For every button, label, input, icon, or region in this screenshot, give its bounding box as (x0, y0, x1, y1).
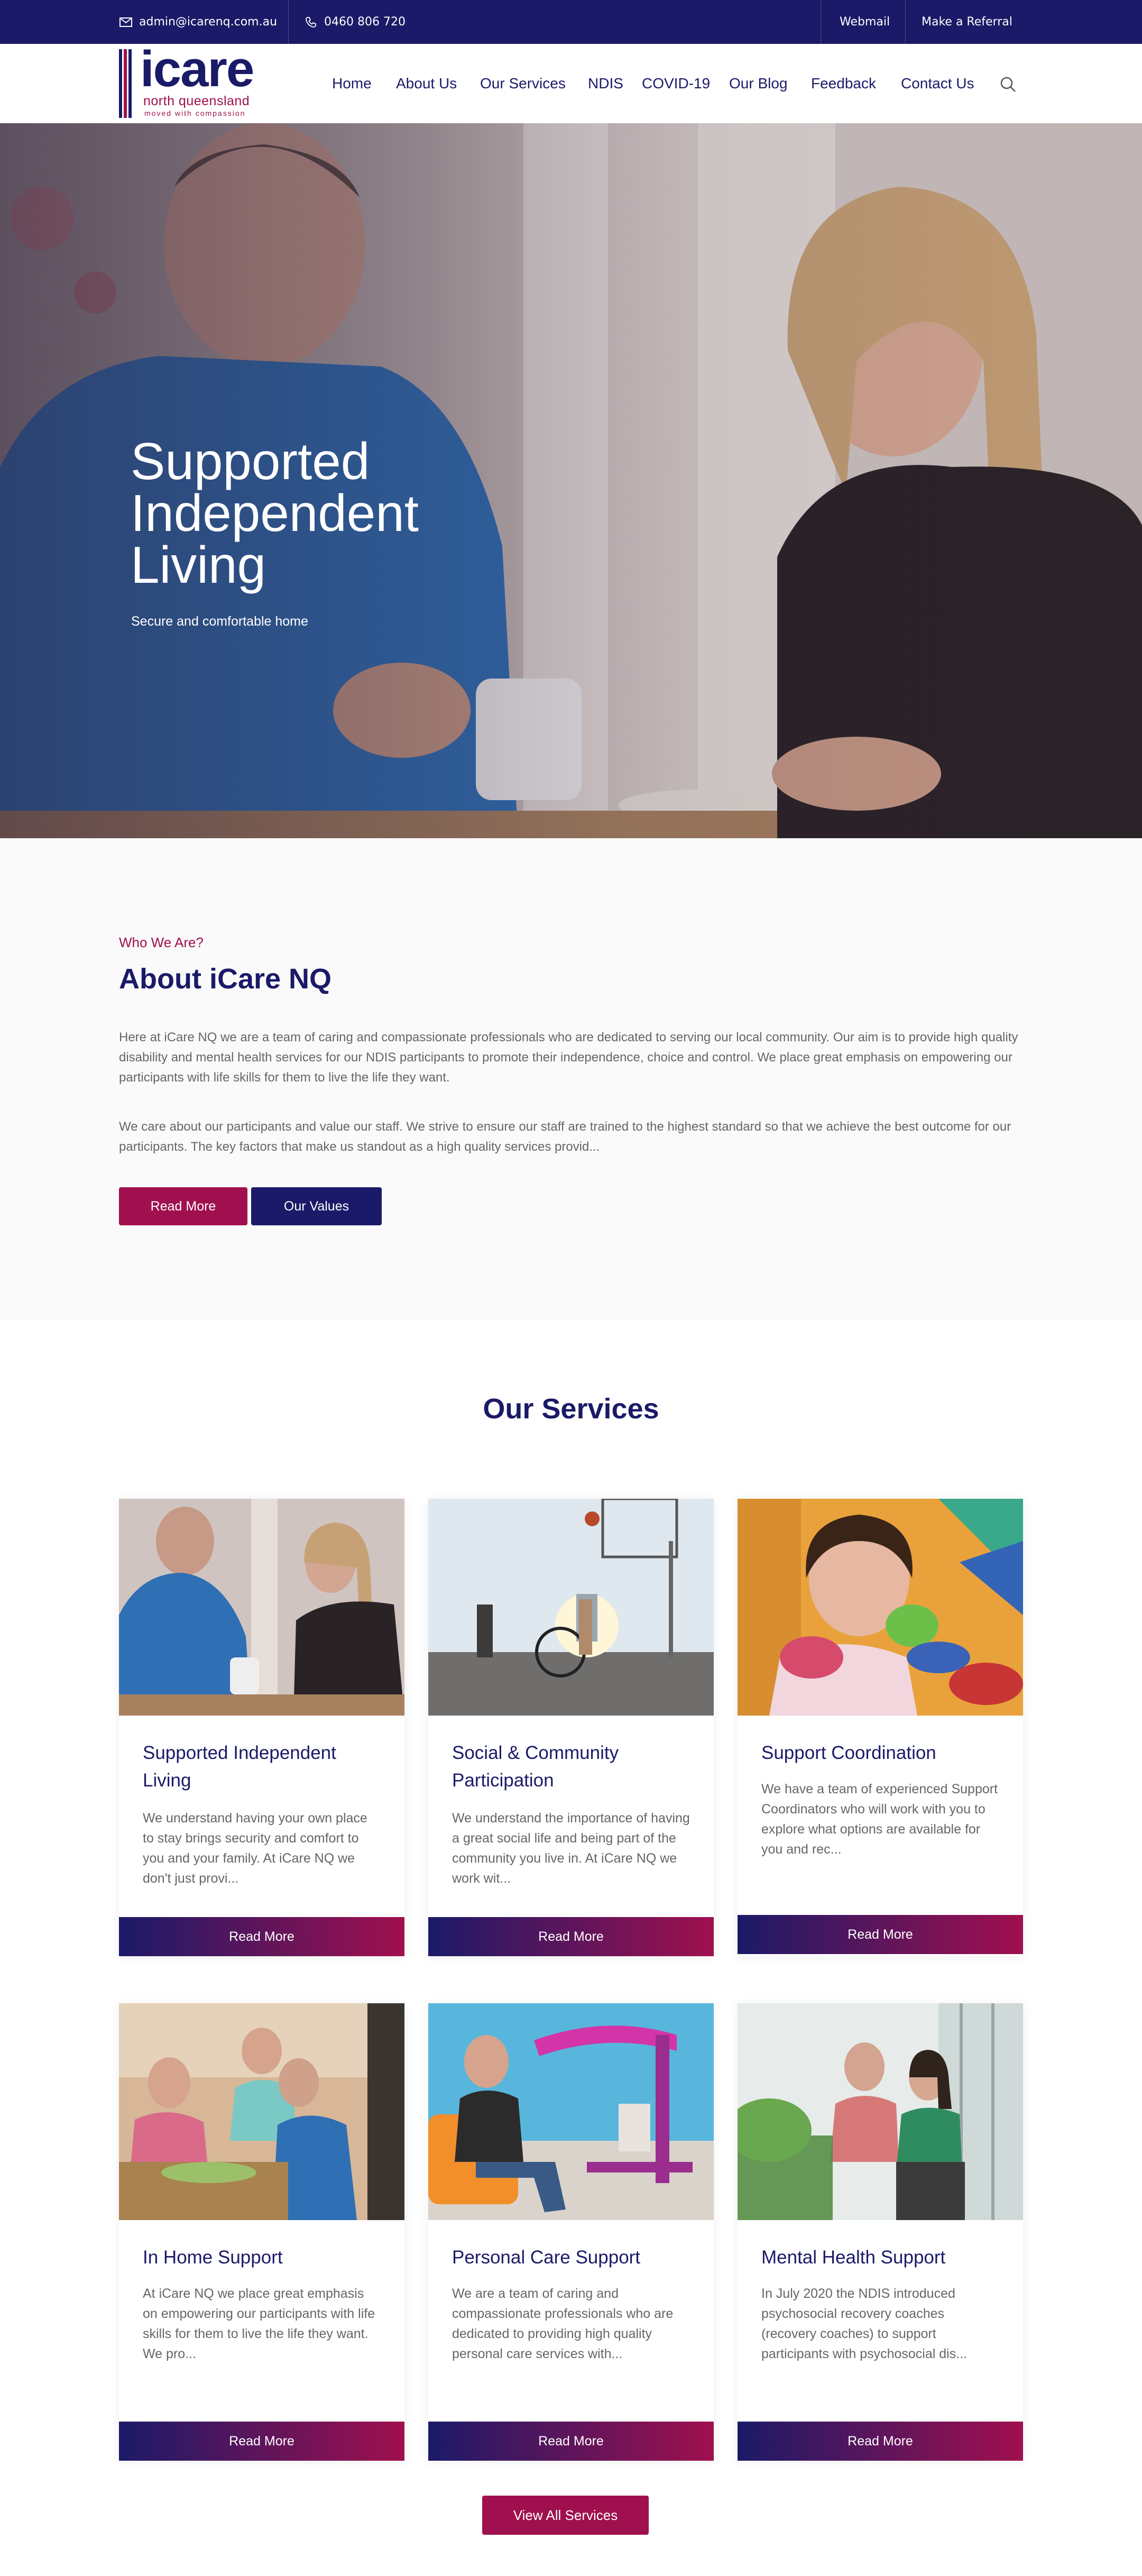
service-read-more-button[interactable]: Read More (119, 2422, 404, 2461)
nav-link[interactable]: Feedback (811, 75, 876, 92)
top-contact-bar: admin@icarenq.com.au 0460 806 720 Webmai… (0, 0, 1142, 44)
search-icon[interactable] (999, 76, 1017, 94)
service-read-more-button[interactable]: Read More (119, 1917, 404, 1956)
nav-item-home[interactable]: Home (332, 44, 372, 123)
envelope-icon (119, 15, 133, 29)
service-image[interactable] (738, 2003, 1023, 2220)
top-divider (288, 0, 289, 44)
about-paragraph: Here at iCare NQ we are a team of caring… (119, 1030, 1018, 1085)
logo-tagline: moved with compassion (144, 109, 246, 117)
nav-item-feedback[interactable]: Feedback (811, 44, 876, 123)
about-eyebrow: Who We Are? (119, 934, 204, 950)
about-read-more-button[interactable]: Read More (119, 1187, 247, 1225)
webmail-link[interactable]: Webmail (840, 0, 890, 44)
make-referral-link[interactable]: Make a Referral (922, 0, 1012, 44)
service-image[interactable] (428, 1499, 714, 1716)
hero-banner: Supported Independent Living Secure and … (0, 123, 1142, 838)
service-description: At iCare NQ we place great emphasis on e… (143, 2286, 375, 2361)
service-title[interactable]: Personal Care Support (452, 2244, 695, 2271)
service-description: We have a team of experienced Support Co… (761, 1782, 998, 1857)
nav-item-covid[interactable]: COVID-19 (642, 44, 710, 123)
nav-item-ndis[interactable]: NDIS (588, 44, 623, 123)
service-description: In July 2020 the NDIS introduced psychos… (761, 2286, 968, 2361)
service-read-more-button[interactable]: Read More (428, 1917, 714, 1956)
service-card: Supported Independent Living We understa… (119, 1499, 404, 1956)
about-section: Who We Are? About iCare NQ Here at iCare… (0, 838, 1142, 1319)
about-paragraph: We care about our participants and value… (119, 1120, 1011, 1154)
nav-link[interactable]: COVID-19 (642, 75, 710, 92)
service-image[interactable] (428, 2003, 714, 2220)
service-image[interactable] (119, 2003, 404, 2220)
service-card: Mental Health Support In July 2020 the N… (738, 2003, 1023, 2461)
service-title[interactable]: In Home Support (143, 2244, 386, 2271)
service-read-more-button[interactable]: Read More (738, 1915, 1023, 1954)
service-read-more-button[interactable]: Read More (428, 2422, 714, 2461)
nav-link[interactable]: Home (332, 75, 372, 92)
view-all-services-button[interactable]: View All Services (482, 2496, 649, 2535)
our-values-button[interactable]: Our Values (251, 1187, 382, 1225)
nav-link[interactable]: NDIS (588, 75, 623, 92)
top-email-link[interactable]: admin@icarenq.com.au (119, 0, 277, 44)
nav-link[interactable]: About Us (396, 75, 457, 92)
phone-icon (304, 15, 318, 29)
service-title[interactable]: Mental Health Support (761, 2244, 1005, 2271)
site-header: icare north queensland moved with compas… (0, 44, 1142, 123)
service-description: We understand the importance of having a… (452, 1811, 690, 1886)
service-image[interactable] (119, 1499, 404, 1716)
services-title: Our Services (483, 1393, 659, 1425)
service-card: Personal Care Support We are a team of c… (428, 2003, 714, 2461)
top-email-text: admin@icarenq.com.au (139, 15, 278, 29)
nav-item-about[interactable]: About Us (396, 44, 457, 123)
service-image[interactable] (738, 1499, 1023, 1716)
service-title[interactable]: Supported Independent Living (143, 1739, 386, 1794)
nav-item-blog[interactable]: Our Blog (729, 44, 788, 123)
nav-link[interactable]: Our Blog (729, 75, 788, 92)
hero-subtitle: Secure and comfortable home (131, 614, 308, 629)
top-divider (905, 0, 906, 44)
service-card: Social & Community Participation We unde… (428, 1499, 714, 1956)
logo-region: north queensland (143, 94, 250, 108)
nav-link[interactable]: Contact Us (901, 75, 974, 92)
hero-title: Supported Independent Living (131, 432, 419, 594)
logo-bars (119, 49, 135, 118)
nav-item-services[interactable]: Our Services (480, 44, 566, 123)
top-phone-link[interactable]: 0460 806 720 (304, 0, 406, 44)
service-card: In Home Support At iCare NQ we place gre… (119, 2003, 404, 2461)
service-read-more-button[interactable]: Read More (738, 2422, 1023, 2461)
service-description: We understand having your own place to s… (143, 1811, 367, 1886)
top-phone-text: 0460 806 720 (324, 15, 406, 29)
nav-link[interactable]: Our Services (480, 75, 566, 92)
site-logo[interactable]: icare north queensland moved with compas… (119, 44, 283, 118)
about-title: About iCare NQ (119, 963, 332, 995)
logo-wordmark: icare (140, 41, 254, 97)
service-title[interactable]: Social & Community Participation (452, 1739, 695, 1794)
service-description: We are a team of caring and compassionat… (452, 2286, 674, 2361)
service-card: Support Coordination We have a team of e… (738, 1499, 1023, 1956)
nav-item-contact[interactable]: Contact Us (901, 44, 974, 123)
service-title[interactable]: Support Coordination (761, 1739, 1005, 1767)
